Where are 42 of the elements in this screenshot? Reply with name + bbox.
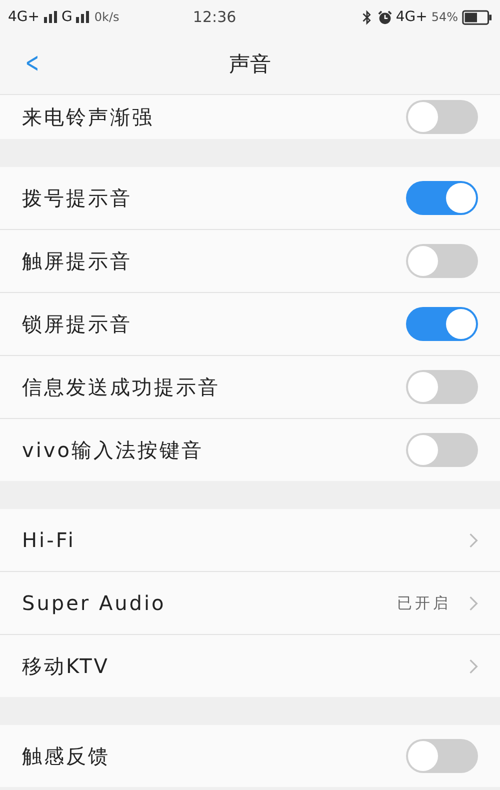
setting-label: 信息发送成功提示音	[22, 374, 221, 400]
signal-icon	[44, 11, 58, 23]
network-type: G	[62, 9, 72, 25]
settings-row[interactable]: Hi-Fi	[0, 509, 500, 572]
settings-row[interactable]: 触屏提示音	[0, 230, 500, 293]
setting-label: Super Audio	[22, 591, 167, 615]
setting-label: 来电铃声渐强	[22, 104, 155, 130]
battery-icon	[462, 10, 492, 24]
toggle-switch[interactable]	[406, 433, 478, 467]
settings-row[interactable]: 拨号提示音	[0, 167, 500, 230]
toggle-switch[interactable]	[406, 370, 478, 404]
chevron-icon	[469, 532, 478, 548]
settings-row[interactable]: 触感反馈	[0, 725, 500, 787]
clock: 12:36	[192, 8, 238, 26]
network-type: 4G+	[8, 9, 40, 25]
setting-label: 触感反馈	[22, 742, 111, 770]
toggle-switch[interactable]	[406, 739, 478, 773]
chevron-icon	[469, 658, 478, 674]
settings-row[interactable]: 移动KTV	[0, 635, 500, 697]
alarm-icon	[378, 10, 392, 24]
toggle-switch[interactable]	[406, 181, 478, 215]
settings-row[interactable]: 锁屏提示音	[0, 293, 500, 356]
settings-row[interactable]: 来电铃声渐强	[0, 95, 500, 139]
signal-icon	[76, 11, 90, 23]
setting-label: 移动KTV	[22, 652, 110, 680]
toggle-switch[interactable]	[406, 100, 478, 134]
settings-row[interactable]: 信息发送成功提示音	[0, 356, 500, 419]
setting-label: 触屏提示音	[22, 248, 133, 274]
setting-label: Hi-Fi	[22, 528, 76, 552]
setting-label: vivo输入法按键音	[22, 436, 204, 464]
chevron-icon	[469, 596, 478, 610]
page-title: 声音	[229, 51, 271, 78]
network-type: 4G+	[396, 9, 428, 25]
setting-value: 已开启	[397, 594, 451, 612]
settings-row[interactable]: vivo输入法按键音	[0, 419, 500, 481]
battery-percent: 54%	[431, 10, 458, 24]
setting-label: 锁屏提示音	[22, 310, 133, 338]
network-speed: 0k/s	[94, 10, 120, 24]
setting-label: 拨号提示音	[22, 184, 133, 212]
settings-row[interactable]: Super Audio 已开启	[0, 572, 500, 635]
toggle-switch[interactable]	[406, 307, 478, 341]
toggle-switch[interactable]	[406, 244, 478, 278]
